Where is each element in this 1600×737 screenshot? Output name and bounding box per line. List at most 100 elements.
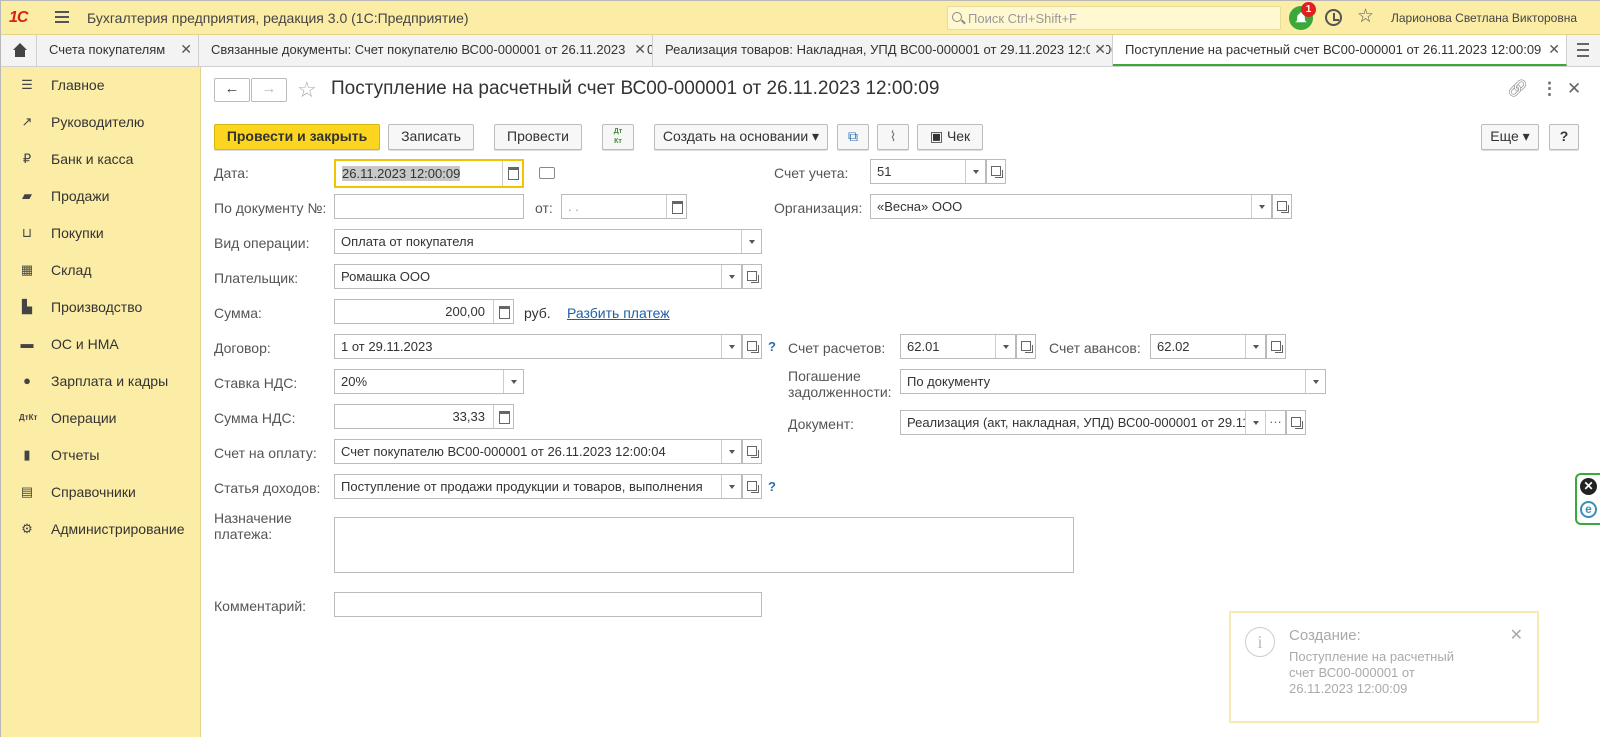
open-icon[interactable] xyxy=(742,439,762,464)
sidebar-item-manager[interactable]: ↗ Руководителю xyxy=(1,107,201,137)
receipt-button[interactable]: ▣ Чек xyxy=(917,124,983,150)
back-button[interactable]: ← xyxy=(214,78,250,102)
docnum-field[interactable] xyxy=(334,194,524,219)
close-icon[interactable]: ✕ xyxy=(1090,41,1106,58)
sidebar-item-operations[interactable]: ДтКт Операции xyxy=(1,403,201,433)
chevron-down-icon[interactable] xyxy=(721,265,741,288)
split-payment-link[interactable]: Разбить платеж xyxy=(567,305,670,321)
sidebar-item-payroll[interactable]: ● Зарплата и кадры xyxy=(1,366,201,396)
date-picker-extra-icon[interactable] xyxy=(539,167,555,179)
open-icon[interactable] xyxy=(1286,410,1306,435)
chevron-down-icon[interactable] xyxy=(1305,370,1325,393)
sidebar-item-warehouse[interactable]: ▦ Склад xyxy=(1,255,201,285)
sidebar-item-admin[interactable]: ⚙ Администрирование xyxy=(1,514,201,544)
vat-sum-field[interactable]: 33,33 xyxy=(334,404,514,429)
sidebar-item-catalogs[interactable]: ▤ Справочники xyxy=(1,477,201,507)
sidebar-item-main[interactable]: ☰ Главное xyxy=(1,70,201,100)
advance-field[interactable]: 62.02 xyxy=(1150,334,1266,359)
settle-field[interactable]: 62.01 xyxy=(900,334,1016,359)
search-placeholder: Поиск Ctrl+Shift+F xyxy=(968,11,1077,26)
open-icon[interactable] xyxy=(1272,194,1292,219)
tab-sales[interactable]: Реализация товаров: Накладная, УПД ВС00-… xyxy=(653,35,1113,66)
sum-field[interactable]: 200,00 xyxy=(334,299,514,324)
menu-icon[interactable] xyxy=(55,11,69,23)
document-field[interactable]: Реализация (акт, накладная, УПД) ВС00-00… xyxy=(900,410,1286,435)
chevron-down-icon[interactable] xyxy=(1251,195,1271,218)
app-logo[interactable]: 1С xyxy=(9,9,28,27)
history-icon[interactable] xyxy=(1325,9,1342,26)
favorites-icon[interactable]: ☆ xyxy=(1357,5,1374,28)
close-form-icon[interactable]: ✕ xyxy=(1567,79,1581,99)
more-actions-button[interactable]: Еще ▾ xyxy=(1481,124,1539,150)
post-button[interactable]: Провести xyxy=(494,124,582,150)
vat-rate-select[interactable]: 20% xyxy=(334,369,524,394)
help-icon[interactable]: ? xyxy=(768,479,776,494)
structure-button[interactable]: ⧉ xyxy=(837,124,869,150)
open-icon[interactable] xyxy=(742,264,762,289)
sidebar-item-reports[interactable]: ▮ Отчеты xyxy=(1,440,201,470)
chevron-down-icon[interactable] xyxy=(995,335,1015,358)
tab-label: Поступление на расчетный счет ВС00-00000… xyxy=(1125,42,1542,57)
help-icon[interactable]: ? xyxy=(768,339,776,354)
optype-select[interactable]: Оплата от покупателя xyxy=(334,229,762,254)
chevron-down-icon[interactable] xyxy=(1245,411,1265,434)
chevron-down-icon[interactable] xyxy=(965,160,985,183)
sidebar-item-bank[interactable]: ₽ Банк и касса xyxy=(1,144,201,174)
open-icon[interactable] xyxy=(986,159,1006,184)
sidebar-item-sales[interactable]: ▰ Продажи xyxy=(1,181,201,211)
calendar-icon[interactable] xyxy=(666,195,686,218)
from-date-field[interactable]: . . xyxy=(561,194,687,219)
calendar-icon[interactable] xyxy=(502,161,522,186)
sidebar-item-production[interactable]: ▙ Производство xyxy=(1,292,201,322)
sidebar-item-assets[interactable]: ▬ ОС и НМА xyxy=(1,329,201,359)
open-icon[interactable] xyxy=(1266,334,1286,359)
post-and-close-button[interactable]: Провести и закрыть xyxy=(214,124,380,150)
tab-related-docs[interactable]: Связанные документы: Счет покупателю ВС0… xyxy=(199,35,653,66)
tabs-menu-icon[interactable] xyxy=(1577,43,1589,57)
open-icon[interactable] xyxy=(742,474,762,499)
close-icon[interactable]: ✕ xyxy=(1510,625,1523,645)
chevron-down-icon[interactable] xyxy=(741,230,761,253)
user-name[interactable]: Ларионова Светлана Викторовна xyxy=(1391,11,1577,25)
calculator-icon[interactable] xyxy=(493,405,513,428)
purpose-textarea[interactable] xyxy=(334,517,1074,573)
attach-button[interactable]: ⌇ xyxy=(877,124,909,150)
tab-invoices[interactable]: Счета покупателям ✕ xyxy=(37,35,199,66)
calculator-icon[interactable] xyxy=(493,300,513,323)
favorite-star-icon[interactable]: ☆ xyxy=(297,77,317,103)
dtkt-button[interactable]: Дт Кт xyxy=(602,124,634,150)
tab-receipt[interactable]: Поступление на расчетный счет ВС00-00000… xyxy=(1113,35,1567,66)
select-button[interactable]: … xyxy=(1265,411,1285,434)
chevron-down-icon[interactable] xyxy=(721,440,741,463)
sidebar-item-purchases[interactable]: ⊔ Покупки xyxy=(1,218,201,248)
close-icon[interactable]: ✕ xyxy=(630,41,646,58)
payer-field[interactable]: Ромашка ООО xyxy=(334,264,742,289)
chevron-down-icon[interactable] xyxy=(721,475,741,498)
income-field[interactable]: Поступление от продажи продукции и товар… xyxy=(334,474,742,499)
edo-icon[interactable]: e xyxy=(1580,501,1597,518)
close-icon[interactable]: ✕ xyxy=(180,41,192,58)
invoice-field[interactable]: Счет покупателю ВС00-000001 от 26.11.202… xyxy=(334,439,742,464)
more-icon[interactable]: ⋮ xyxy=(1541,79,1558,99)
chevron-down-icon[interactable] xyxy=(503,370,523,393)
contract-field[interactable]: 1 от 29.11.2023 xyxy=(334,334,742,359)
chevron-down-icon[interactable] xyxy=(1245,335,1265,358)
close-icon[interactable]: ✕ xyxy=(1544,41,1560,58)
account-field[interactable]: 51 xyxy=(870,159,986,184)
comment-field[interactable] xyxy=(334,592,762,617)
open-icon[interactable] xyxy=(742,334,762,359)
create-based-button[interactable]: Создать на основании ▾ xyxy=(654,124,828,150)
chevron-down-icon[interactable] xyxy=(721,335,741,358)
forward-button[interactable]: → xyxy=(251,78,287,102)
home-icon[interactable] xyxy=(1,35,37,66)
date-field[interactable]: 26.11.2023 12:00:09 xyxy=(334,159,524,188)
link-icon[interactable]: 🔗︎ xyxy=(1507,79,1529,99)
open-icon[interactable] xyxy=(1016,334,1036,359)
toast-body[interactable]: Поступление на расчетный счет ВС00-00000… xyxy=(1289,649,1479,697)
search-input[interactable]: Поиск Ctrl+Shift+F xyxy=(947,6,1281,30)
org-field[interactable]: «Весна» ООО xyxy=(870,194,1272,219)
close-panel-icon[interactable]: ✕ xyxy=(1580,478,1597,495)
repay-select[interactable]: По документу xyxy=(900,369,1326,394)
help-button[interactable]: ? xyxy=(1549,124,1579,150)
save-button[interactable]: Записать xyxy=(388,124,474,150)
